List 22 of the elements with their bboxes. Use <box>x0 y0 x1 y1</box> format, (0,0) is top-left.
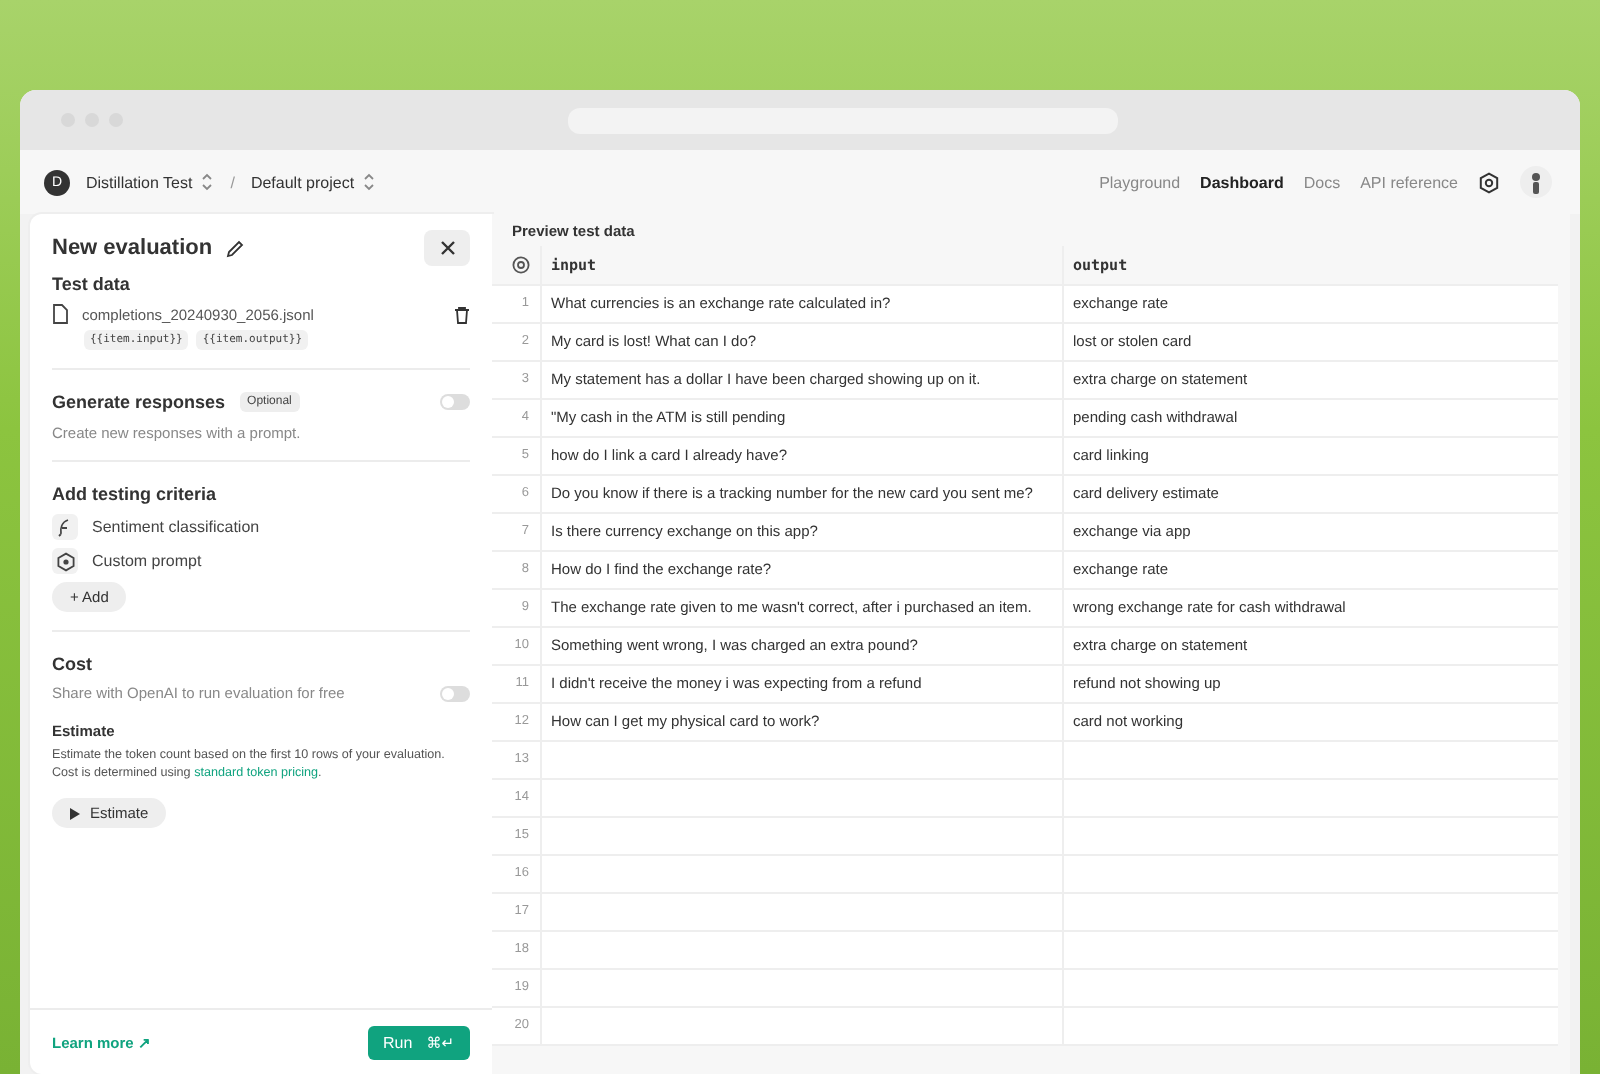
section-heading: Cost <box>52 654 94 674</box>
close-icon <box>439 240 455 256</box>
trash-icon[interactable] <box>454 305 470 323</box>
chevron-updown-icon <box>362 172 377 192</box>
criterion-item[interactable]: Custom prompt <box>92 552 202 570</box>
section-heading: Add testing criteria <box>52 484 219 504</box>
chevron-updown-icon <box>200 172 215 192</box>
hexagon-icon <box>55 551 75 571</box>
toggle-switch[interactable] <box>440 394 470 410</box>
close-button[interactable] <box>424 230 470 266</box>
file-icon <box>52 304 68 324</box>
panel-title: New evaluation <box>52 236 213 260</box>
toggle-switch[interactable] <box>440 685 470 701</box>
nav-link[interactable]: Dashboard <box>1200 173 1284 191</box>
breadcrumb-separator: / <box>230 173 235 191</box>
section-heading: Generate responses <box>52 392 226 412</box>
play-icon <box>70 807 80 820</box>
pencil-icon[interactable] <box>226 239 245 257</box>
organization-selector[interactable]: Distillation Test <box>86 172 215 192</box>
project-selector[interactable]: Default project <box>250 172 377 192</box>
section-heading: Test data <box>52 274 132 294</box>
criterion-item[interactable]: Sentiment classification <box>92 518 260 536</box>
